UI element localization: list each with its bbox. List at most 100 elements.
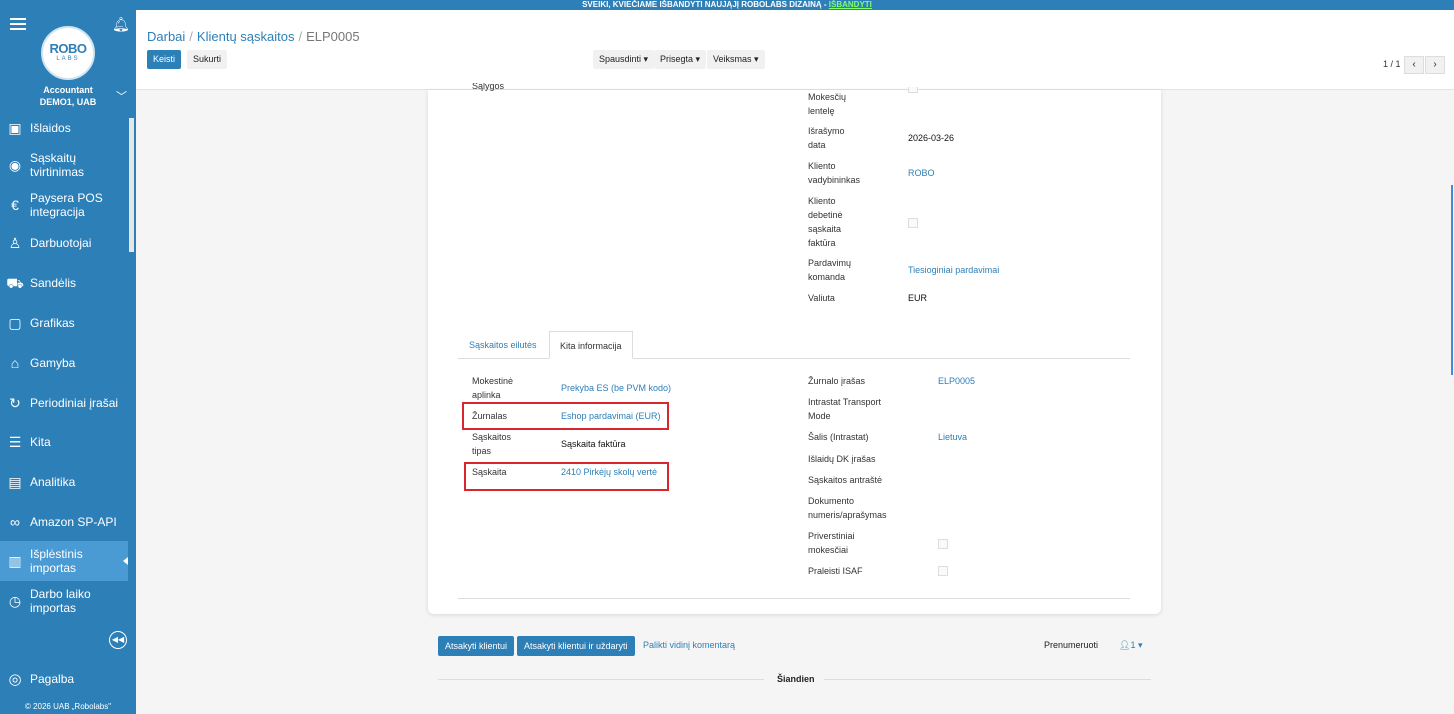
link-icon: ∞ [10,514,20,530]
chevron-left-icon: ‹ [1412,59,1416,70]
sidebar-item-pagalba[interactable]: ◎ Pagalba [0,670,128,688]
euro-card-icon: € [11,197,19,213]
refresh-icon: ↻ [9,395,21,411]
tax-table-label: Mokesčių lentelę [808,92,847,116]
sidebar-nav: ▣ Išlaidos ◉ Sąskaitų tvirtinimas € Paysera… [0,113,128,643]
chevron-right-icon: › [1433,59,1437,70]
pager-value[interactable]: 1 / 1 [1383,59,1401,69]
user-icon: 👤︎ [1119,640,1131,650]
pager-next-button[interactable]: › [1425,56,1445,74]
print-dropdown[interactable]: Spausdinti ▾ [593,50,655,69]
analytics-icon: ▤ [8,474,22,490]
breadcrumb-darbai[interactable]: Darbai [147,29,185,44]
create-button[interactable]: Sukurti [187,50,228,69]
list-icon: ☰ [8,434,22,450]
chevron-down-icon[interactable]: ﹀ [116,88,127,104]
sidebar-scroll-thumb[interactable] [129,118,134,252]
tax-environment-value[interactable]: Prekyba ES (be PVM kodo) [561,381,671,395]
eye-icon: ◉ [8,157,22,173]
sales-team-label: Pardavimų komanda [808,258,852,282]
factory-icon: ⌂ [10,355,20,371]
sidebar-item-kita[interactable]: ☰ Kita [0,433,128,451]
sidebar-item-islaidos[interactable]: ▣ Išlaidos [0,119,128,137]
internal-note-link[interactable]: Palikti vidinį komentarą [643,640,735,650]
intrastat-mode-label: Intrastat Transport Mode [808,397,882,421]
skip-isaf-checkbox[interactable] [938,566,948,576]
robolabs-logo[interactable]: ROBO LABS [41,26,95,80]
journal-entry-value[interactable]: ELP0005 [938,374,975,388]
currency-label: Valiuta [808,293,835,303]
tax-environment-label: Mokestinė aplinka [472,376,514,400]
reply-customer-button[interactable]: Atsakyti klientui [438,636,515,656]
sales-team-value[interactable]: Tiesioginiai pardavimai [908,263,999,277]
sidebar-item-isplestinis-importas[interactable]: ▥ Išplėstinis importas [0,541,128,581]
account-highlight-box [464,462,669,491]
collapse-sidebar-icon[interactable]: ◀◀ [109,631,127,649]
forced-tax-checkbox[interactable] [938,539,948,549]
debit-invoice-checkbox[interactable] [908,218,918,228]
currency-value[interactable]: EUR [908,291,927,305]
pager-previous-button[interactable]: ‹ [1404,56,1424,74]
form-bottom-divider [458,598,1130,599]
actions-dropdown[interactable]: Veiksmas ▾ [707,50,765,69]
sidebar-item-amazon[interactable]: ∞ Amazon SP-API [0,513,128,531]
sidebar-item-grafikas[interactable]: ▢ Grafikas [0,314,128,332]
manager-value[interactable]: ROBO [908,166,935,180]
tax-table-checkbox[interactable] [908,87,918,93]
terms-label: Sąlygos [472,83,505,91]
bell-icon[interactable]: 🔔︎ [112,16,130,33]
breadcrumb: Darbai / Klientų sąskaitos / ELP0005 [147,29,360,44]
sidebar: ▣ Išlaidos ◉ Sąskaitų tvirtinimas € Paysera… [0,10,136,714]
country-label: Šalis (Intrastat) [808,432,869,442]
copyright: © 2026 UAB „Robolabs" [24,702,112,711]
sidebar-item-darbo-laiko-importas[interactable]: ◷ Darbo laiko importas [0,585,128,617]
invoice-type-label: Sąskaitos tipas [472,432,512,456]
day-divider-left [438,679,764,680]
top-banner: SVEIKI, KVIEČIAME IŠBANDYTI NAUJĄJĮ ROBO… [0,0,1454,10]
sidebar-item-paysera[interactable]: € Paysera POS integracija [0,189,128,221]
hamburger-menu-icon[interactable] [10,18,26,30]
page-scroll-thumb[interactable] [1451,185,1453,375]
skip-isaf-label: Praleisti ISAF [808,566,863,576]
breadcrumb-klientu-saskaitos[interactable]: Klientų sąskaitos [197,29,295,44]
country-value[interactable]: Lietuva [938,430,967,444]
breadcrumb-current: ELP0005 [306,29,360,44]
follow-button[interactable]: Prenumeruoti [1044,640,1098,650]
invoice-subtitle-label: Sąskaitos antraštė [808,475,883,485]
sidebar-header: 🔔︎ ROBO LABS Accountant DEMO1, UAB ﹀ [0,10,136,113]
followers-dropdown[interactable]: 👤︎1 ▾ [1119,640,1142,651]
banner-try-link[interactable]: IŠBANDYTI [829,0,872,9]
import-icon: ▥ [8,553,22,569]
invoice-type-value[interactable]: Sąskaita faktūra [561,437,626,451]
sidebar-item-gamyba[interactable]: ⌂ Gamyba [0,354,128,372]
tab-other-info[interactable]: Kita informacija [549,331,633,359]
receipt-icon: ▣ [8,120,22,136]
today-label: Šiandien [777,674,815,684]
sidebar-item-darbuotojai[interactable]: ♙ Darbuotojai [0,234,128,252]
sidebar-item-sandelis[interactable]: ⛟ Sandėlis [0,274,128,292]
day-divider-right [824,679,1151,680]
tab-invoice-lines[interactable]: Sąskaitos eilutės [459,331,547,359]
debit-invoice-label: Kliento debetinė sąskaita faktūra [808,196,843,248]
expense-entry-label: Išlaidų DK įrašas [808,454,876,464]
edit-button[interactable]: Keisti [147,50,182,69]
truck-icon: ⛟ [6,275,24,291]
invoice-date-value[interactable]: 2026-03-26 [908,131,954,145]
reply-close-button[interactable]: Atsakyti klientui ir uždaryti [517,636,635,656]
forced-tax-label: Priverstiniai mokesčiai [808,531,855,555]
clock-icon: ◷ [8,593,22,609]
banner-text: SVEIKI, KVIEČIAME IŠBANDYTI NAUJĄJĮ ROBO… [582,0,829,9]
attached-dropdown[interactable]: Prisegta ▾ [654,50,707,69]
invoice-date-label: Išrašymo data [808,126,845,150]
user-icon: ♙ [8,235,22,251]
manager-label: Kliento vadybininkas [808,161,861,185]
sidebar-item-saskaitu-tvirtinimas[interactable]: ◉ Sąskaitų tvirtinimas [0,149,128,181]
calendar-user-icon: ▢ [8,315,22,331]
control-panel: Darbai / Klientų sąskaitos / ELP0005 Keisti … [136,10,1454,90]
journal-entry-label: Žurnalo įrašas [808,376,866,386]
journal-highlight-box [462,402,669,430]
sidebar-item-periodiniai[interactable]: ↻ Periodiniai įrašai [0,394,128,412]
sidebar-item-analitika[interactable]: ▤ Analitika [0,473,128,491]
document-number-label: Dokumento numeris/aprašymas [808,496,887,520]
page-scrollbar[interactable] [1448,90,1454,714]
